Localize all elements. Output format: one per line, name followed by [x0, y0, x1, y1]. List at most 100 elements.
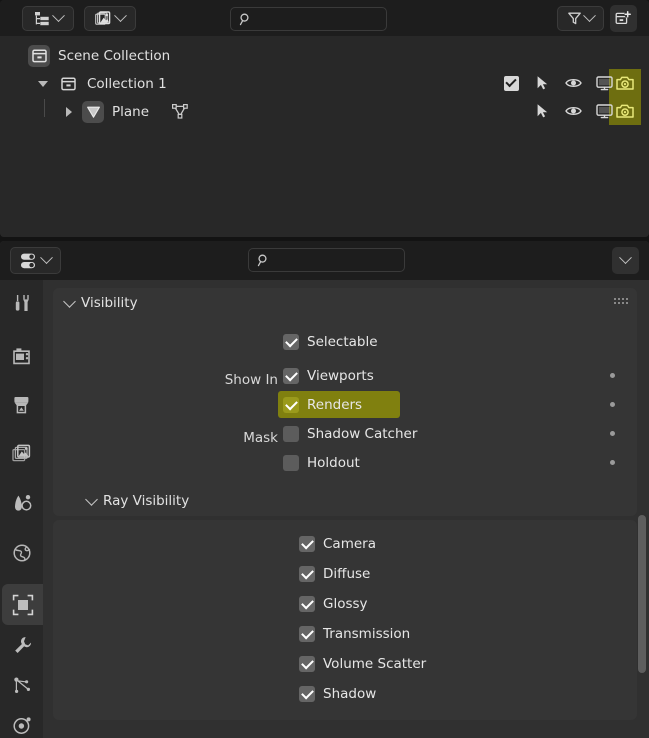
mesh-data-icon[interactable] [171, 103, 189, 120]
panel-visibility-header[interactable]: Visibility [63, 288, 363, 318]
shadow-catcher-checkbox[interactable] [283, 426, 299, 442]
object-square-brackets-icon [12, 594, 33, 615]
holdout-checkbox[interactable] [283, 455, 299, 471]
particles-icon [14, 677, 30, 693]
chevron-down-icon [40, 251, 53, 265]
properties-editor-icon [21, 253, 35, 268]
render-camera-back-icon [12, 347, 30, 364]
viewports-checkbox[interactable] [283, 368, 299, 384]
collection-exclude-checkbox[interactable] [498, 70, 524, 96]
panel-grip-dots-icon[interactable] [614, 298, 628, 307]
hide-in-viewport-eye-icon[interactable] [560, 98, 586, 124]
output-printer-icon [14, 397, 29, 414]
tool-screwdriver-wrench-icon [15, 295, 29, 311]
world-globe-icon [13, 544, 31, 562]
tab-world[interactable] [2, 533, 43, 574]
tab-particles[interactable] [2, 665, 43, 706]
tab-tool[interactable] [2, 283, 43, 324]
new-collection-icon [615, 10, 632, 25]
checkbox-label: Glossy [323, 596, 368, 612]
modifier-wrench-icon [15, 637, 32, 653]
tab-render[interactable] [2, 335, 43, 376]
search-icon [257, 254, 267, 266]
properties-search-input[interactable] [275, 252, 404, 268]
row-volume-scatter: Volume Scatter [53, 651, 637, 677]
tab-scene[interactable] [2, 483, 43, 524]
animate-property-decorator[interactable] [610, 460, 615, 465]
animate-property-decorator[interactable] [610, 402, 615, 407]
outliner-row-scene-collection[interactable]: Scene Collection [0, 42, 649, 69]
checkbox-label: Renders [307, 397, 363, 413]
tab-physics[interactable] [2, 705, 43, 738]
checkbox-label: Holdout [307, 455, 360, 471]
search-icon [239, 13, 249, 25]
row-shadow-catcher: Shadow Catcher [53, 421, 637, 447]
chevron-down-icon[interactable] [85, 492, 98, 506]
physics-orbit-icon [13, 717, 31, 734]
disable-in-renders-camera-icon[interactable] [612, 98, 638, 124]
checkbox-label: Shadow Catcher [307, 426, 418, 442]
tab-view-layer[interactable] [2, 433, 43, 474]
outliner-filter-id-selector[interactable] [84, 6, 136, 31]
shadow-ray-checkbox[interactable] [299, 686, 315, 702]
row-selectable: Selectable [53, 329, 637, 355]
scene-cone-sphere-icon [15, 495, 32, 511]
camera-ray-checkbox[interactable] [299, 536, 315, 552]
renders-checkbox[interactable] [283, 397, 299, 413]
collection-icon [57, 73, 79, 95]
selectable-cursor-icon[interactable] [529, 70, 555, 96]
transmission-ray-checkbox[interactable] [299, 626, 315, 642]
row-transmission: Transmission [53, 621, 637, 647]
tab-object[interactable] [2, 584, 43, 625]
panel-title: Ray Visibility [103, 493, 190, 509]
chevron-down-icon[interactable] [63, 294, 76, 308]
checkbox-label: Volume Scatter [323, 656, 427, 672]
disable-in-renders-camera-icon[interactable] [612, 70, 638, 96]
expand-triangle-down-icon[interactable] [38, 80, 48, 87]
outliner-header [0, 0, 649, 36]
hide-in-viewport-eye-icon[interactable] [560, 70, 586, 96]
chevron-down-icon [114, 9, 127, 23]
funnel-filter-icon [568, 12, 581, 25]
view-layer-images-icon [12, 444, 31, 461]
animate-property-decorator[interactable] [610, 373, 615, 378]
tab-output[interactable] [2, 384, 43, 425]
outliner-row-label: Collection 1 [87, 75, 167, 92]
editor-type-selector[interactable] [10, 247, 61, 274]
row-diffuse: Diffuse [53, 561, 637, 587]
properties-search-field[interactable] [248, 248, 405, 272]
outliner-search-field[interactable] [230, 7, 387, 31]
row-glossy: Glossy [53, 591, 637, 617]
collection-icon [28, 44, 50, 67]
outliner-search-input[interactable] [257, 11, 386, 27]
diffuse-ray-checkbox[interactable] [299, 566, 315, 582]
checkbox-label: Camera [323, 536, 376, 552]
vertical-scrollbar[interactable] [638, 515, 646, 673]
row-shadow: Shadow [53, 681, 637, 707]
glossy-ray-checkbox[interactable] [299, 596, 315, 612]
outliner-tree: Scene Collection Collection 1 Plane [0, 36, 649, 237]
outliner-row-label: Plane [112, 103, 150, 120]
selectable-checkbox[interactable] [283, 334, 299, 350]
properties-options-button[interactable] [612, 247, 639, 274]
properties-main-area: Visibility Selectable Show In Viewports … [43, 280, 649, 738]
panel-ray-visibility-header[interactable]: Ray Visibility [85, 486, 385, 516]
chevron-down-icon [51, 9, 65, 23]
outliner-tree-icon [34, 11, 49, 25]
row-camera: Camera [53, 531, 637, 557]
properties-header [0, 241, 649, 280]
row-viewports: Viewports [53, 363, 637, 389]
volume-scatter-ray-checkbox[interactable] [299, 656, 315, 672]
outliner-display-mode-selector[interactable] [22, 6, 74, 31]
expand-triangle-right-icon[interactable] [66, 106, 72, 117]
selectable-cursor-icon[interactable] [529, 98, 555, 124]
blend-file-data-icon [95, 10, 111, 25]
checkbox-label: Shadow [323, 686, 377, 702]
tab-modifiers[interactable] [2, 625, 43, 666]
row-renders: Renders [53, 392, 637, 418]
panel-title: Visibility [81, 295, 138, 311]
outliner-filter-button[interactable] [557, 6, 604, 31]
animate-property-decorator[interactable] [610, 431, 615, 436]
outliner-row-label: Scene Collection [58, 47, 171, 64]
new-collection-button[interactable] [610, 5, 637, 32]
